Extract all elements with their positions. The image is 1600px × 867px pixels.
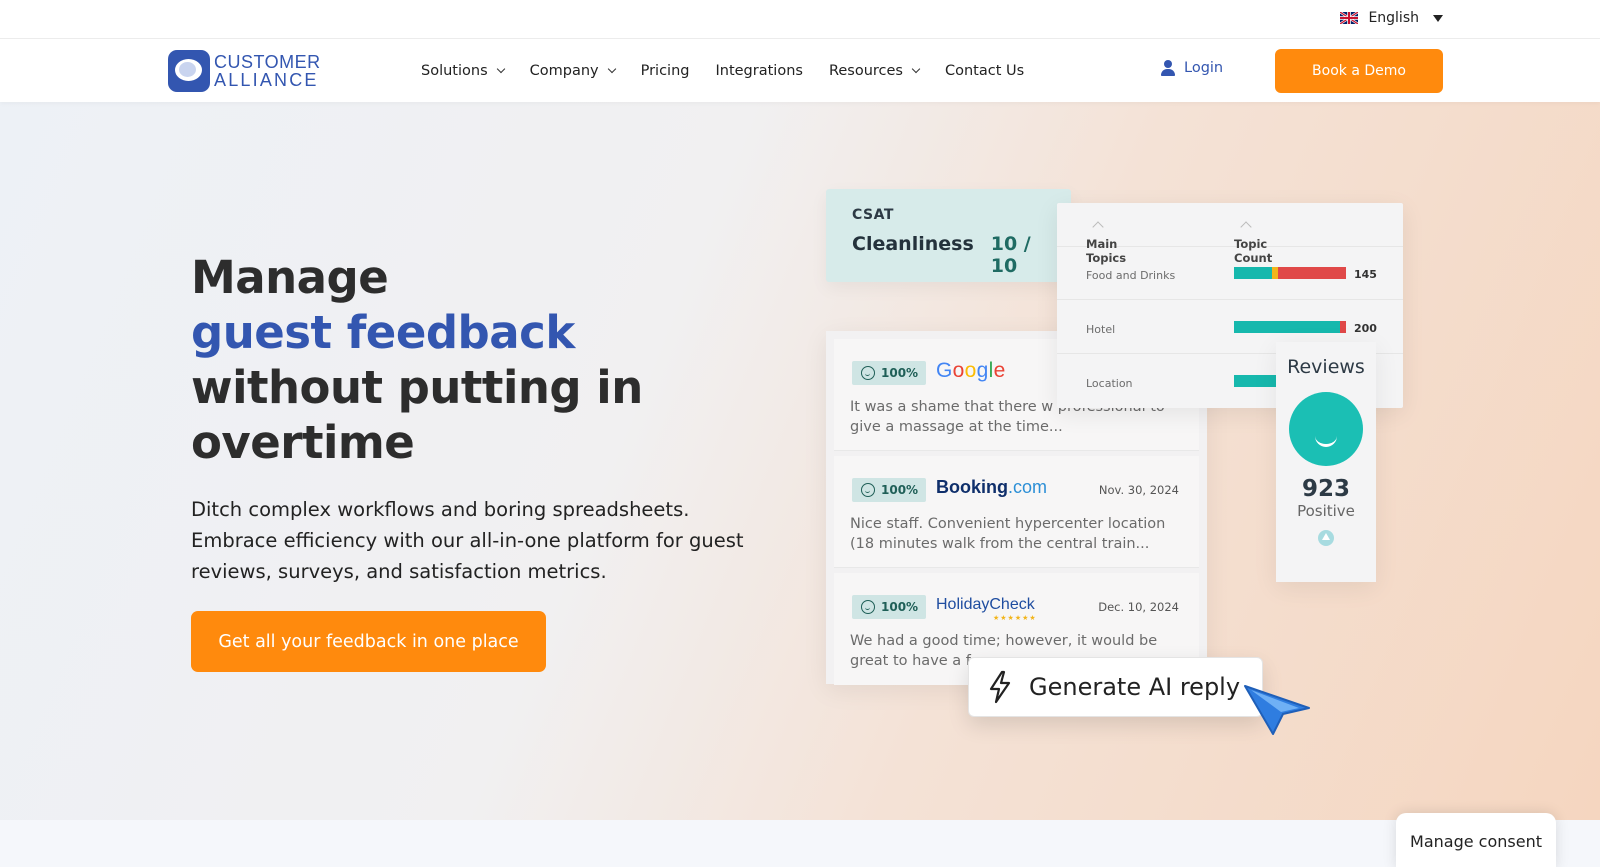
topic-count: 145 <box>1354 268 1377 281</box>
reviews-stat-count: 923 <box>1301 476 1350 502</box>
holidaycheck-logo: HolidayCheck <box>936 596 1035 613</box>
hero-title-accent: guest feedback <box>191 306 575 359</box>
topic-bar <box>1234 321 1346 333</box>
reviews-stat-title: Reviews <box>1287 356 1365 378</box>
nav-item-label: Integrations <box>715 62 803 79</box>
hero-title-line-4: overtime <box>191 416 415 469</box>
topic-name: Location <box>1086 377 1133 390</box>
logo-speech-bubble-icon <box>168 50 210 92</box>
hero-subtitle: Ditch complex workflows and boring sprea… <box>191 498 744 583</box>
csat-score: 10 / 10 <box>990 233 1031 277</box>
topic-bar <box>1234 267 1346 279</box>
nav-item-solutions[interactable]: Solutions <box>421 62 505 79</box>
col-topic-count[interactable]: Topic Count <box>1234 220 1272 265</box>
score-value: 100% <box>881 366 919 380</box>
positive-smile-icon <box>1289 392 1363 466</box>
bar-negative <box>1278 267 1346 279</box>
brand-logo[interactable]: CUSTOMER ALLIANCE <box>168 50 321 92</box>
next-section <box>0 820 1600 867</box>
topics-header: Main Topics Topic Count <box>1057 203 1403 265</box>
csat-metric: Cleanliness <box>852 233 974 255</box>
table-row: Food and Drinks 145 <box>1057 247 1403 300</box>
language-label: English <box>1368 10 1419 26</box>
language-selector[interactable]: English <box>1340 10 1443 26</box>
logo-line-2: ALLIANCE <box>214 70 319 90</box>
login-link[interactable]: Login <box>1161 60 1223 76</box>
score-badge: 100% <box>852 478 926 502</box>
booking-suffix: .com <box>1008 477 1048 497</box>
csat-card: CSAT Cleanliness 10 / 10 <box>826 189 1071 282</box>
book-demo-button[interactable]: Book a Demo <box>1275 49 1443 93</box>
lightning-bolt-icon <box>989 670 1011 704</box>
topic-count: 200 <box>1354 322 1377 335</box>
hero-title-line-3: without putting in <box>191 361 643 414</box>
ai-reply-label: Generate AI reply <box>1029 673 1241 701</box>
score-badge: 100% <box>852 595 926 619</box>
csat-row: Cleanliness 10 / 10 <box>852 233 1045 277</box>
google-logo: Google <box>936 359 1006 382</box>
booking-logo: Booking.com <box>936 477 1047 498</box>
user-icon <box>1161 60 1175 76</box>
hero-title-line-1: Manage <box>191 251 389 304</box>
topic-name: Food and Drinks <box>1086 269 1176 282</box>
feedback-cta-button[interactable]: Get all your feedback in one place <box>191 611 546 672</box>
hero-section: Manage guest feedback without putting in… <box>0 102 1600 820</box>
logo-text: CUSTOMER ALLIANCE <box>214 53 321 89</box>
booking-name: Booking <box>936 477 1008 497</box>
bar-positive <box>1234 375 1279 387</box>
topic-bar <box>1234 375 1279 387</box>
csat-label: CSAT <box>852 207 894 223</box>
uk-flag-icon <box>1340 12 1359 24</box>
smile-icon <box>861 483 875 497</box>
hero-title: Manage guest feedback without putting in… <box>191 250 643 470</box>
review-card-booking: 100% Booking.com Nov. 30, 2024 Nice staf… <box>834 456 1199 568</box>
rating-stars-icon: ★★★★★★ <box>993 614 1037 622</box>
reviews-stat-label: Positive <box>1297 502 1355 520</box>
nav-item-pricing[interactable]: Pricing <box>641 63 690 79</box>
review-date: Nov. 30, 2024 <box>1098 483 1179 497</box>
login-label: Login <box>1184 60 1224 76</box>
caret-down-icon <box>1433 14 1443 22</box>
manage-consent-button[interactable]: Manage consent <box>1396 813 1556 867</box>
top-bar: English <box>0 0 1600 39</box>
nav-item-label: Pricing <box>640 62 690 79</box>
smile-icon <box>861 600 875 614</box>
bar-positive <box>1234 267 1272 279</box>
col-main-topics[interactable]: Main Topics <box>1086 220 1126 265</box>
mouse-pointer-icon <box>1244 685 1310 735</box>
smile-icon <box>861 366 875 380</box>
nav-item-resources[interactable]: Resources <box>828 62 921 79</box>
sort-icon <box>1240 221 1252 233</box>
nav-menu: Solutions Company Pricing Integrations R… <box>421 39 1050 102</box>
bar-negative <box>1340 321 1346 333</box>
score-value: 100% <box>881 483 919 497</box>
nav-item-integrations[interactable]: Integrations <box>715 63 802 79</box>
score-badge: 100% <box>852 361 926 385</box>
main-navigation: CUSTOMER ALLIANCE Solutions Company Pric… <box>0 39 1600 102</box>
bar-positive <box>1234 321 1340 333</box>
chevron-down-icon <box>496 64 505 73</box>
nav-item-label: Solutions <box>421 62 488 79</box>
sort-icon <box>1092 221 1104 233</box>
chevron-down-icon <box>607 64 616 73</box>
nav-item-label: Contact Us <box>945 62 1025 79</box>
logo-line-1: CUSTOMER <box>214 52 321 72</box>
review-date: Dec. 10, 2024 <box>1098 600 1179 614</box>
review-text: Nice staff. Convenient hypercenter locat… <box>850 516 1166 552</box>
generate-ai-reply-button[interactable]: Generate AI reply <box>968 657 1263 717</box>
nav-item-contact-us[interactable]: Contact Us <box>945 63 1024 79</box>
trend-up-icon <box>1318 530 1334 546</box>
chevron-down-icon <box>911 64 921 73</box>
reviews-stat-card: Reviews 923 Positive <box>1276 342 1376 582</box>
nav-item-company[interactable]: Company <box>529 62 616 79</box>
score-value: 100% <box>881 600 919 614</box>
topic-name: Hotel <box>1086 323 1116 336</box>
nav-item-label: Resources <box>828 62 903 79</box>
nav-item-label: Company <box>529 62 599 79</box>
